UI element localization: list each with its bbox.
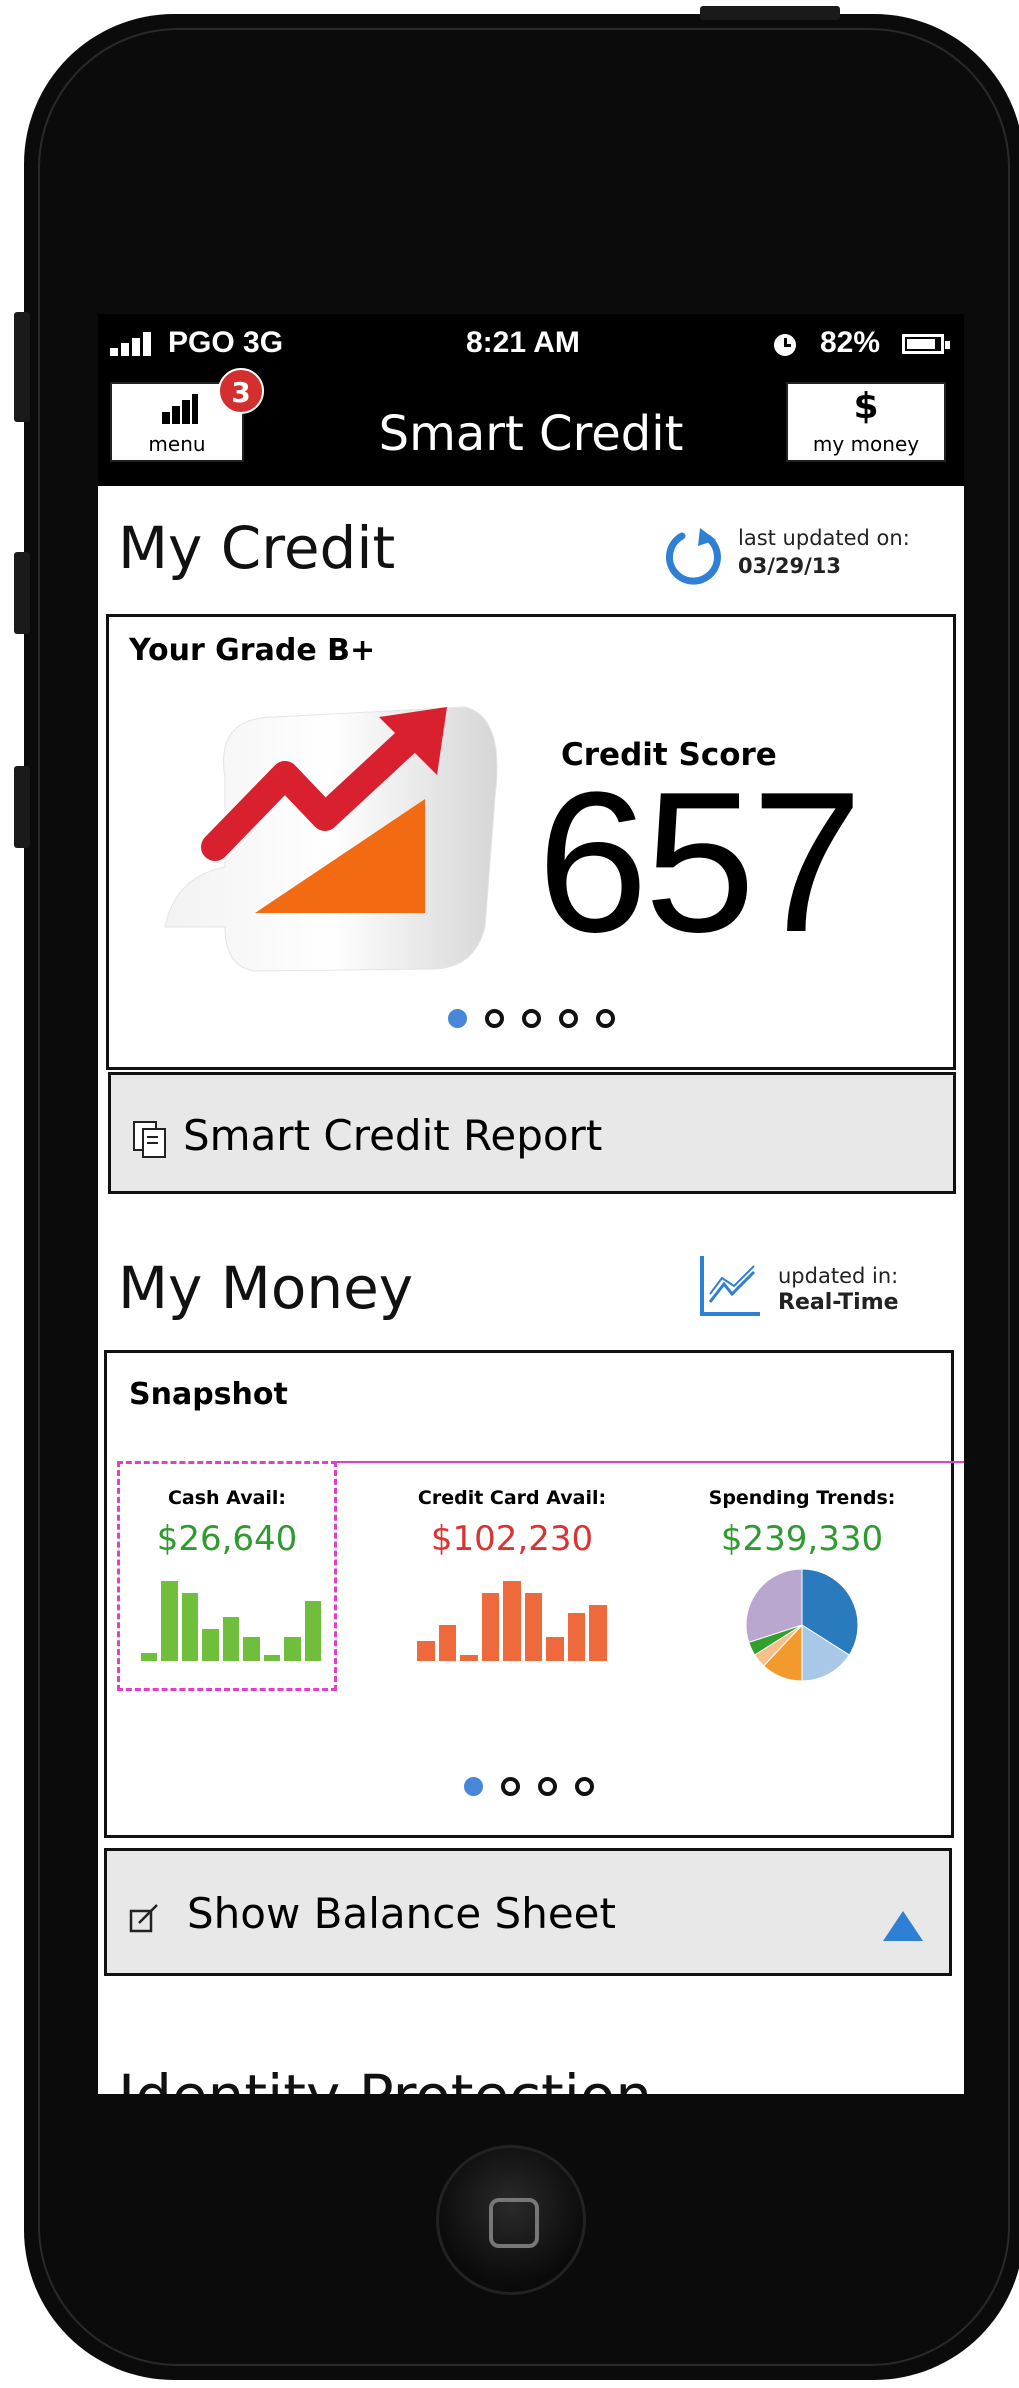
status-bar: PGO 3G 8:21 AM 82% [98, 314, 964, 374]
mini-bar [438, 1625, 457, 1661]
dollar-icon: $ [853, 386, 879, 427]
mini-bar [589, 1605, 607, 1661]
edit-icon [129, 1903, 159, 1933]
spending-label: Spending Trends: [708, 1487, 896, 1509]
cash-value: $26,640 [156, 1519, 298, 1559]
pager-dot[interactable] [501, 1777, 520, 1796]
my-credit-title: My Credit [118, 514, 396, 582]
battery-percent: 82% [820, 326, 881, 359]
cash-bar-chart [141, 1581, 321, 1661]
pager-dot[interactable] [447, 1009, 467, 1028]
mini-bar [503, 1581, 521, 1661]
battery-icon [902, 334, 950, 354]
volume-down-button [14, 766, 30, 848]
credit-card-available-widget[interactable]: Credit Card Avail: $102,230 [397, 1461, 627, 1691]
credit-card-label: Credit Card Avail: [417, 1487, 607, 1509]
identity-protection-title: Identity Protection [118, 2062, 652, 2094]
spending-value: $239,330 [720, 1519, 884, 1559]
report-document-icon [133, 1121, 166, 1158]
snapshot-card: Snapshot Cash Avail: $26,640 Credit Card… [104, 1350, 964, 1838]
credit-card-bar-chart [417, 1581, 607, 1661]
pager-dot[interactable] [575, 1777, 594, 1796]
my-money-title: My Money [118, 1254, 414, 1322]
mini-bar [567, 1613, 586, 1661]
spending-pie-chart [745, 1568, 859, 1682]
mini-bar [222, 1617, 240, 1661]
menu-bars-icon [162, 394, 198, 424]
pager-dot[interactable] [521, 1009, 541, 1028]
mini-bar [546, 1637, 564, 1661]
mini-bar [481, 1593, 500, 1661]
mini-bar [524, 1593, 543, 1661]
show-balance-sheet-button[interactable]: Show Balance Sheet [104, 1848, 952, 1976]
expand-triangle-icon [883, 1911, 923, 1941]
mini-bar [460, 1655, 478, 1661]
power-button [700, 6, 840, 20]
screen: PGO 3G 8:21 AM 82% Smart Credit menu 3 $… [98, 314, 964, 2094]
mini-bar [181, 1593, 199, 1661]
pager-dot[interactable] [558, 1009, 578, 1028]
mini-bar [263, 1655, 281, 1661]
smart-credit-report-button[interactable]: Smart Credit Report [108, 1072, 956, 1194]
my-money-label: my money [812, 432, 920, 456]
signal-icon [110, 330, 162, 356]
credit-pager [109, 1009, 953, 1032]
balance-sheet-label: Show Balance Sheet [187, 1889, 616, 1938]
trend-chart-icon [155, 677, 535, 977]
menu-label: menu [148, 432, 206, 456]
pager-dot[interactable] [464, 1777, 483, 1796]
credit-score-value: 657 [537, 751, 863, 974]
mini-bar [243, 1637, 260, 1661]
volume-up-button [14, 552, 30, 634]
credit-card-value: $102,230 [430, 1519, 594, 1559]
money-updated-value: Real-Time [778, 1290, 899, 1315]
pager-dot[interactable] [484, 1009, 504, 1028]
last-updated-date: 03/29/13 [738, 554, 842, 578]
mini-bar [141, 1653, 158, 1661]
money-updated-label: updated in: [778, 1264, 899, 1288]
mini-bar [202, 1629, 219, 1661]
spending-trends-widget[interactable]: Spending Trends: $239,330 [667, 1461, 937, 1691]
my-money-button[interactable]: $ my money [786, 382, 946, 462]
pager-dot[interactable] [595, 1009, 615, 1028]
cash-label: Cash Avail: [167, 1487, 287, 1509]
carrier-label: PGO 3G [168, 326, 284, 359]
snapshot-title: Snapshot [129, 1377, 288, 1412]
last-updated-label: last updated on: [738, 526, 910, 550]
clock: 8:21 AM [466, 326, 580, 359]
credit-score-card[interactable]: Your Grade B+ Credit Score 657 [106, 614, 956, 1070]
pager-dot[interactable] [538, 1777, 557, 1796]
home-square-icon [489, 2198, 539, 2248]
notification-badge: 3 [218, 368, 264, 414]
line-chart-icon [698, 1254, 762, 1318]
mute-switch [14, 312, 30, 422]
refresh-icon[interactable] [664, 526, 724, 586]
report-label: Smart Credit Report [183, 1111, 603, 1160]
mini-bar [284, 1637, 301, 1661]
grade-label: Your Grade B+ [129, 633, 376, 668]
clock-icon [774, 334, 796, 356]
money-pager [107, 1777, 951, 1800]
mini-bar [417, 1641, 435, 1661]
home-button[interactable] [436, 2145, 586, 2295]
mini-bar [161, 1581, 178, 1661]
cash-available-widget[interactable]: Cash Avail: $26,640 [117, 1461, 337, 1691]
mini-bar [304, 1601, 321, 1661]
